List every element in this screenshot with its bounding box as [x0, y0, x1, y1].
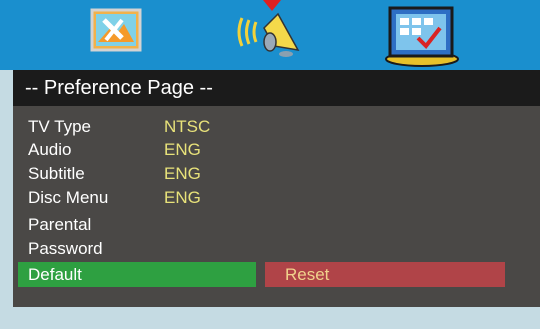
setting-label: Parental [28, 215, 92, 234]
setting-row-subtitle[interactable]: Subtitle ENG [13, 162, 540, 186]
setting-row-audio[interactable]: Audio ENG [13, 138, 540, 162]
setting-row-disc-menu[interactable]: Disc Menu ENG [13, 186, 540, 210]
general-setup-icon [90, 8, 142, 52]
setting-label: Password [28, 239, 103, 258]
page-title: -- Preference Page -- [25, 77, 213, 99]
tab-bar [0, 0, 540, 70]
setting-row-parental[interactable]: Parental [13, 213, 540, 237]
setting-value: ENG [164, 164, 201, 183]
reset-label: Reset [285, 265, 330, 284]
setting-row-tv-type[interactable]: TV Type NTSC [13, 115, 540, 139]
setting-value: ENG [164, 188, 201, 207]
setting-label: Subtitle [28, 164, 85, 183]
setting-row-default[interactable]: Default [18, 262, 256, 287]
settings-panel: TV Type NTSC Audio ENG Subtitle ENG Disc… [13, 106, 540, 307]
setting-row-password[interactable]: Password [13, 237, 540, 261]
setting-label: TV Type [28, 117, 91, 136]
setting-label: Disc Menu [28, 188, 109, 207]
tab-preference-setup[interactable] [380, 2, 464, 73]
preference-setup-icon [385, 6, 459, 67]
setting-value: ENG [164, 140, 201, 159]
setting-label: Audio [28, 140, 72, 159]
page-title-bar: -- Preference Page -- [13, 70, 540, 106]
tab-audio-setup[interactable] [234, 6, 304, 67]
default-label: Default [28, 265, 82, 284]
audio-setup-icon [237, 12, 300, 57]
tab-general-setup[interactable] [88, 6, 146, 61]
reset-button[interactable]: Reset [265, 262, 505, 287]
setting-value: NTSC [164, 117, 211, 136]
